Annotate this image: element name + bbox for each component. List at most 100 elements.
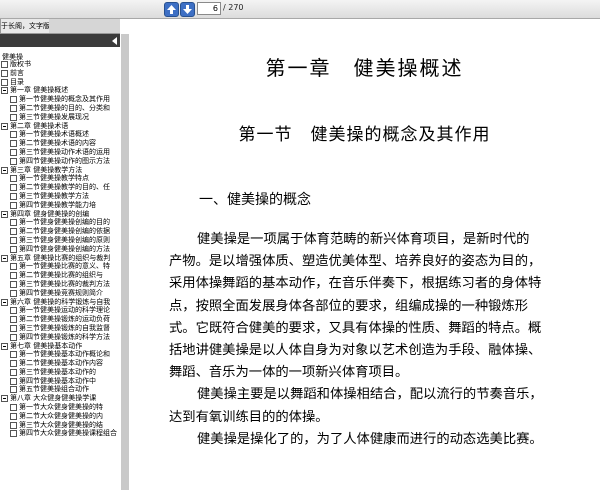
bookmark-label: 第三节大众健身健美操的结	[19, 420, 103, 429]
bookmark-item[interactable]: 第一章 健美操概述	[0, 86, 121, 95]
bookmark-item[interactable]: 第七章 健美操基本动作	[0, 342, 121, 351]
bookmark-item[interactable]: 第四节健美操基本动作中	[0, 377, 121, 386]
panel-divider[interactable]	[121, 34, 129, 490]
bookmark-icon	[10, 386, 17, 394]
page-total: / 270	[223, 3, 244, 12]
bookmark-item[interactable]: 第一节健美操基本动作概论和	[0, 350, 121, 359]
bookmark-item[interactable]: 第一节健美操术语概述	[0, 130, 121, 139]
bookmark-label: 第二节健美操的目的、分类和	[19, 103, 110, 112]
bookmark-item[interactable]: 第三节健美操教学方法	[0, 192, 121, 201]
bookmark-icon	[10, 263, 17, 271]
text-line: 括地讲健美操是以人体自身为对象以艺术创造为手段、融体操、	[169, 342, 542, 358]
collapse-icon[interactable]	[1, 210, 8, 218]
bookmark-item[interactable]: 版权书	[0, 60, 121, 69]
bookmarks-sidebar: 健美操 版权书 前言 目录 第一章 健美操概述 第一节健美操的概念及其作用 第二节健美操的…	[0, 34, 122, 490]
collapse-icon[interactable]	[1, 298, 8, 306]
bookmark-label: 第七章 健美操基本动作	[10, 341, 83, 350]
document-tab[interactable]: 于长阁，文字版	[0, 19, 50, 34]
bookmark-label: 第二节大众健身健美操的内	[19, 411, 103, 420]
bookmark-label: 第三节健美操比赛的裁判方法	[19, 279, 110, 288]
bookmark-label: 目录	[10, 77, 24, 86]
bookmark-item[interactable]: 第二节健美操的目的、分类和	[0, 104, 121, 113]
bookmark-item[interactable]: 第二节健身健美操创编的依据	[0, 227, 121, 236]
collapse-icon[interactable]	[1, 254, 8, 262]
bookmark-item[interactable]: 第三节健美操动作术语的运用	[0, 148, 121, 157]
bookmark-item[interactable]: 第一节健美操的概念及其作用	[0, 95, 121, 104]
bookmark-item[interactable]: 第三章 健美操教学方法	[0, 166, 121, 175]
bookmark-item[interactable]: 第三节健身健美操创编的原则	[0, 236, 121, 245]
document-page: 第一章 健美操概述 第一节 健美操的概念及其作用 一、健美操的概念 健美操是一项…	[129, 34, 600, 490]
bookmark-item[interactable]: 第八章 大众健身健美操学课	[0, 394, 121, 403]
collapse-icon[interactable]	[1, 166, 8, 174]
bookmark-item[interactable]: 第三节健美操比赛的裁判方法	[0, 280, 121, 289]
bookmark-item[interactable]: 第二节健美操比赛的组织与	[0, 271, 121, 280]
collapse-icon[interactable]	[1, 395, 8, 403]
bookmark-label: 第四节大众健身健美操课程组合	[19, 429, 117, 438]
bookmark-icon	[10, 96, 17, 104]
bookmark-icon	[10, 324, 17, 332]
bookmark-label: 第二节健美操术语的内容	[19, 139, 96, 148]
bookmark-item[interactable]: 第三节健美操发展现况	[0, 113, 121, 122]
bookmark-item[interactable]: 第一节健美操比赛的意义、特	[0, 262, 121, 271]
bookmark-label: 版权书	[10, 60, 31, 68]
previous-page-button[interactable]	[164, 2, 179, 17]
bookmark-label: 第四节健美操动作的图示方法	[19, 156, 110, 165]
chapter-title: 第一章 健美操概述	[265, 56, 464, 80]
bookmark-item[interactable]: 第一节大众健身健美操的特	[0, 403, 121, 412]
bookmark-item[interactable]: 第二节健美操教学的目的、任	[0, 183, 121, 192]
bookmark-item[interactable]: 第一节健美操教学特点	[0, 174, 121, 183]
bookmark-label: 第四节健身健美操创编的方法	[19, 244, 110, 253]
bookmark-item[interactable]: 第五节健美操组合动作	[0, 385, 121, 394]
bookmark-item[interactable]: 第四章 健身健美操的创编	[0, 210, 121, 219]
bookmark-item[interactable]: 第二节健美操基本动作内容	[0, 359, 121, 368]
bookmark-item[interactable]: 第三节健美操基本动作的	[0, 368, 121, 377]
bookmark-label: 第四节健美操锻炼的科学方法	[19, 332, 110, 341]
bookmark-item[interactable]: 第一节健美操运动的科学理论	[0, 306, 121, 315]
bookmark-label: 第一节健美操基本动作概论和	[19, 350, 110, 359]
bookmark-item[interactable]: 第四节健美操教学能力培	[0, 201, 121, 210]
bookmark-item[interactable]: 第三节大众健身健美操的结	[0, 421, 121, 430]
bookmark-item[interactable]: 第二节大众健身健美操的内	[0, 412, 121, 421]
bookmark-icon	[10, 333, 17, 341]
bookmark-label: 第一节健美操教学特点	[19, 174, 89, 183]
bookmark-item[interactable]: 第五章 健美操比赛的组织与裁判	[0, 254, 121, 263]
collapse-sidebar-icon[interactable]	[112, 37, 117, 45]
collapse-icon[interactable]	[1, 342, 8, 350]
bookmark-item[interactable]: 第四节健身健美操创编的方法	[0, 245, 121, 254]
bookmark-item[interactable]: 第六章 健美操的科学锻炼与自我	[0, 298, 121, 307]
bookmark-icon	[10, 104, 17, 112]
bookmark-label: 第五章 健美操比赛的组织与裁判	[10, 253, 111, 262]
text-line: 健美操是操化了的，为了人体健康而进行的动态选美比赛。	[197, 431, 543, 447]
text-line: 达到有氧训练目的的体操。	[169, 409, 329, 425]
bookmark-item[interactable]: 第四节健美操竞赛规则简介	[0, 289, 121, 298]
bookmark-label: 第四节健美操教学能力培	[19, 200, 96, 209]
bookmark-item[interactable]: 第四节大众健身健美操课程组合	[0, 429, 121, 438]
collapse-icon[interactable]	[1, 122, 8, 130]
collapse-icon[interactable]	[1, 87, 8, 95]
bookmark-icon	[10, 236, 17, 244]
bookmark-item[interactable]: 前言	[0, 69, 121, 78]
bookmark-label: 第四节健美操竞赛规则简介	[19, 288, 103, 297]
bookmark-icon	[10, 157, 17, 165]
bookmark-label: 第一节健美操比赛的意义、特	[19, 262, 110, 271]
bookmark-item[interactable]: 第二节健美操锻炼的运动负荷	[0, 315, 121, 324]
bookmark-item[interactable]: 第三节健美操锻炼的自我监督	[0, 324, 121, 333]
bookmark-item[interactable]: 第四节健美操锻炼的科学方法	[0, 333, 121, 342]
bookmark-item[interactable]: 第四节健美操动作的图示方法	[0, 157, 121, 166]
bookmark-item[interactable]: 第一节健身健美操创编的目的	[0, 218, 121, 227]
bookmark-label: 第三节健美操发展现况	[19, 112, 89, 121]
bookmark-icon	[10, 360, 17, 368]
bookmark-label: 前言	[10, 68, 24, 77]
bookmark-label: 第三节健美操锻炼的自我监督	[19, 323, 110, 332]
bookmark-item[interactable]: 目录	[0, 78, 121, 87]
bookmark-icon	[10, 316, 17, 324]
page-number-input[interactable]: 6	[197, 2, 221, 15]
bookmark-icon	[10, 404, 17, 412]
bookmark-icon	[10, 184, 17, 192]
bookmark-icon	[10, 175, 17, 183]
bookmark-item[interactable]: 第二节健美操术语的内容	[0, 139, 121, 148]
next-page-button[interactable]	[180, 2, 195, 17]
bookmark-item[interactable]: 第二章 健美操术语	[0, 122, 121, 131]
bookmark-label: 第一节大众健身健美操的特	[19, 403, 103, 412]
bookmark-icon	[10, 412, 17, 420]
